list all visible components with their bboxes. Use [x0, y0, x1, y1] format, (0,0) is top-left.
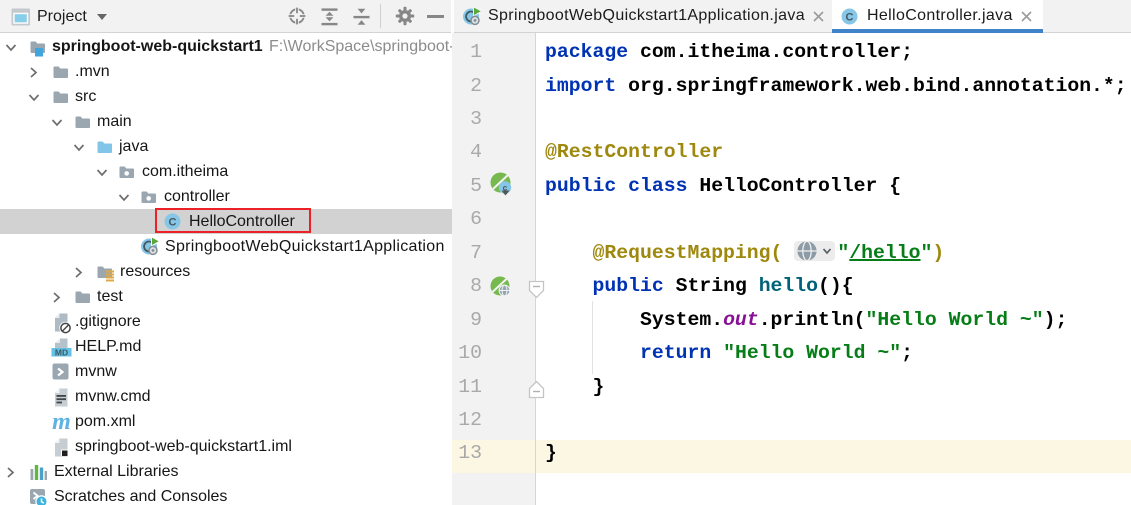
svg-text:m: m — [52, 413, 71, 432]
svg-text:C: C — [846, 11, 854, 23]
svg-text:MD: MD — [55, 347, 68, 357]
